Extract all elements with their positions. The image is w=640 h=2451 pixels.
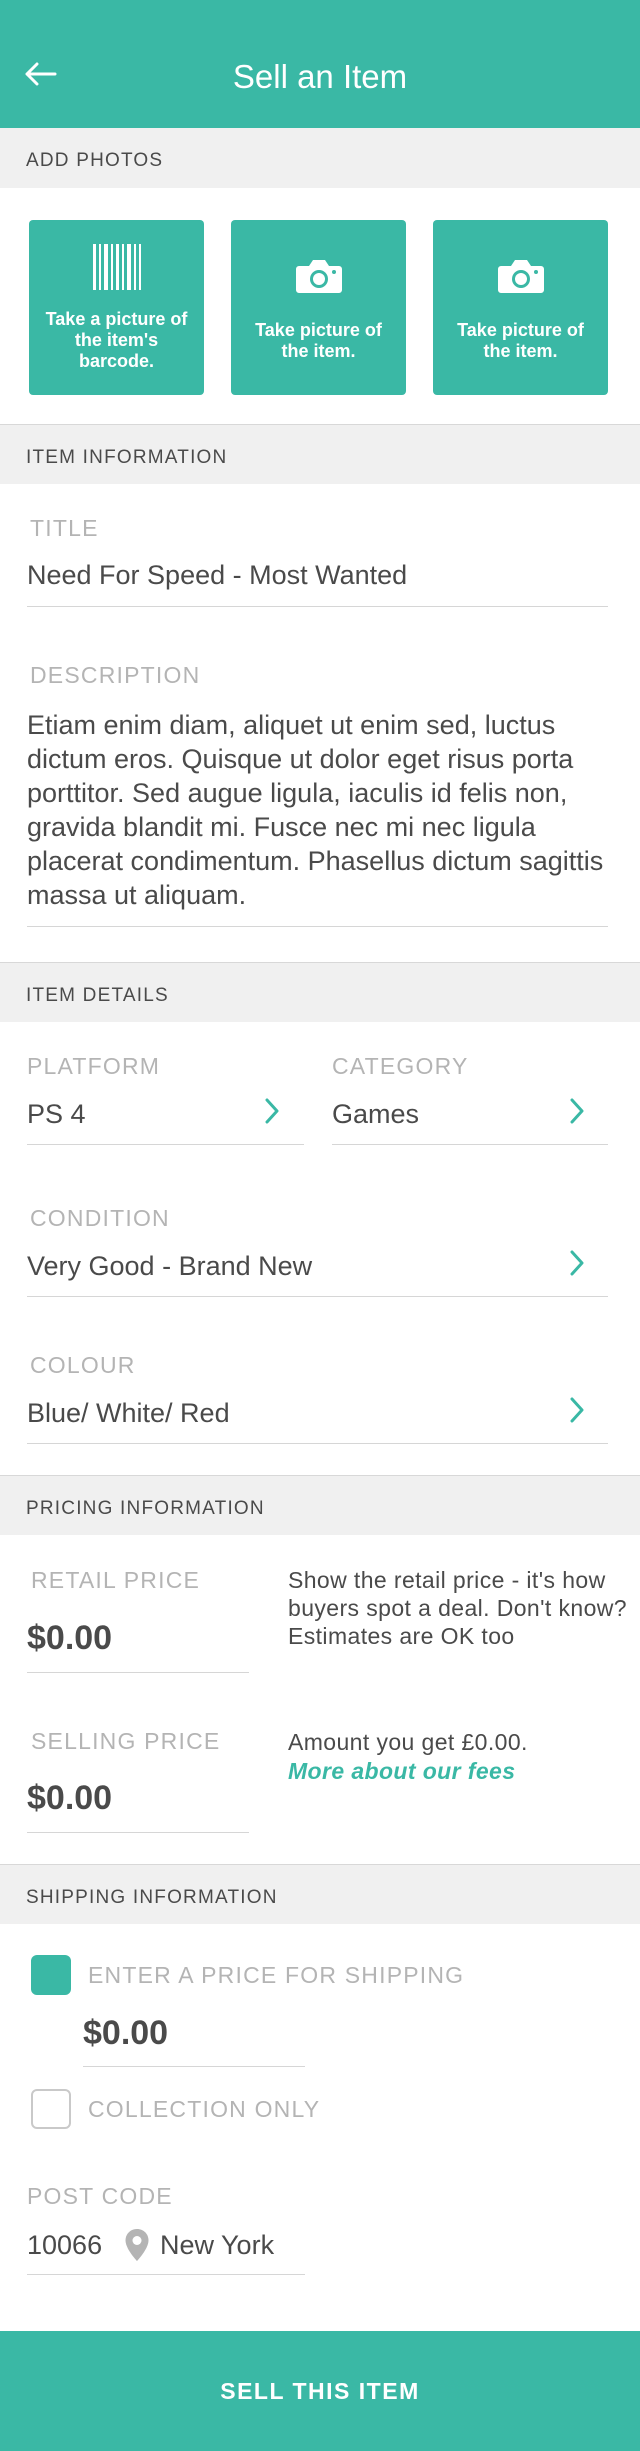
description-underline (27, 926, 608, 927)
fees-link[interactable]: More about our fees (288, 1757, 515, 1785)
retail-price-hint: Show the retail price - it's how buyers … (288, 1567, 627, 1649)
selling-price-underline (27, 1832, 249, 1833)
section-header-item-details: ITEM DETAILS (0, 962, 640, 1022)
shipping-price-input[interactable]: $0.00 (83, 2014, 168, 2053)
section-header-pricing: PRICING INFORMATION (0, 1475, 640, 1535)
chevron-right-icon[interactable] (265, 1098, 279, 1124)
colour-value: Blue/ White/ Red (27, 1398, 230, 1428)
colour-underline (27, 1443, 608, 1444)
retail-price-input[interactable]: $0.00 (27, 1619, 112, 1658)
selling-price-label: SELLING PRICE (31, 1728, 221, 1754)
section-header-item-information: ITEM INFORMATION (0, 424, 640, 484)
condition-label: CONDITION (30, 1205, 170, 1231)
barcode-icon (93, 244, 141, 290)
post-code-underline (27, 2274, 305, 2275)
photo-tile-label: Take a picture of the item's barcode. (45, 309, 188, 371)
platform-underline (27, 1144, 304, 1145)
description-textarea[interactable]: Etiam enim diam, aliquet ut enim sed, lu… (27, 708, 617, 912)
chevron-right-icon[interactable] (570, 1397, 584, 1423)
section-title: PRICING INFORMATION (26, 1498, 265, 1519)
section-title: ITEM INFORMATION (26, 447, 228, 468)
colour-label: COLOUR (30, 1352, 136, 1378)
chevron-right-icon[interactable] (570, 1250, 584, 1276)
description-label: DESCRIPTION (30, 662, 201, 688)
sell-item-button[interactable]: SELL THIS ITEM (0, 2331, 640, 2451)
platform-label: PLATFORM (27, 1053, 161, 1079)
section-title: SHIPPING INFORMATION (26, 1887, 278, 1908)
title-label: TITLE (30, 515, 99, 541)
item-photo-button-1[interactable]: Take picture of the item. (231, 220, 406, 395)
platform-value: PS 4 (27, 1099, 86, 1129)
category-label: CATEGORY (332, 1053, 469, 1079)
item-photo-button-2[interactable]: Take picture of the item. (433, 220, 608, 395)
map-pin-icon (125, 2229, 149, 2261)
post-code-label: POST CODE (27, 2183, 173, 2209)
title-underline (27, 606, 608, 607)
section-title: ITEM DETAILS (26, 985, 169, 1006)
title-input[interactable]: Need For Speed - Most Wanted (27, 560, 407, 591)
condition-underline (27, 1296, 608, 1297)
section-header-add-photos: ADD PHOTOS (0, 128, 640, 188)
retail-price-label: RETAIL PRICE (31, 1567, 201, 1593)
condition-value: Very Good - Brand New (27, 1251, 313, 1281)
post-code-input[interactable]: 10066 (27, 2230, 102, 2261)
shipping-price-underline (83, 2066, 305, 2067)
collection-only-checkbox[interactable] (31, 2089, 71, 2129)
camera-icon (498, 260, 544, 293)
section-title: ADD PHOTOS (26, 150, 164, 171)
shipping-price-label: ENTER A PRICE FOR SHIPPING (88, 1962, 465, 1988)
city-value: New York (160, 2230, 275, 2260)
collection-only-label: COLLECTION ONLY (88, 2096, 321, 2122)
category-underline (332, 1144, 608, 1145)
page-title: Sell an Item (232, 58, 408, 95)
photo-tile-label: Take picture of the item. (457, 320, 584, 361)
barcode-photo-button[interactable]: Take a picture of the item's barcode. (29, 220, 204, 395)
section-header-shipping: SHIPPING INFORMATION (0, 1864, 640, 1924)
retail-price-underline (27, 1672, 249, 1673)
app-header: Sell an Item (0, 0, 640, 128)
chevron-right-icon[interactable] (570, 1098, 584, 1124)
photo-tile-label: Take picture of the item. (255, 320, 382, 361)
shipping-price-checkbox[interactable] (31, 1955, 71, 1995)
selling-price-input[interactable]: $0.00 (27, 1779, 112, 1818)
category-value: Games (332, 1099, 420, 1129)
camera-icon (296, 260, 342, 293)
selling-price-hint: Amount you get £0.00. (288, 1729, 528, 1755)
